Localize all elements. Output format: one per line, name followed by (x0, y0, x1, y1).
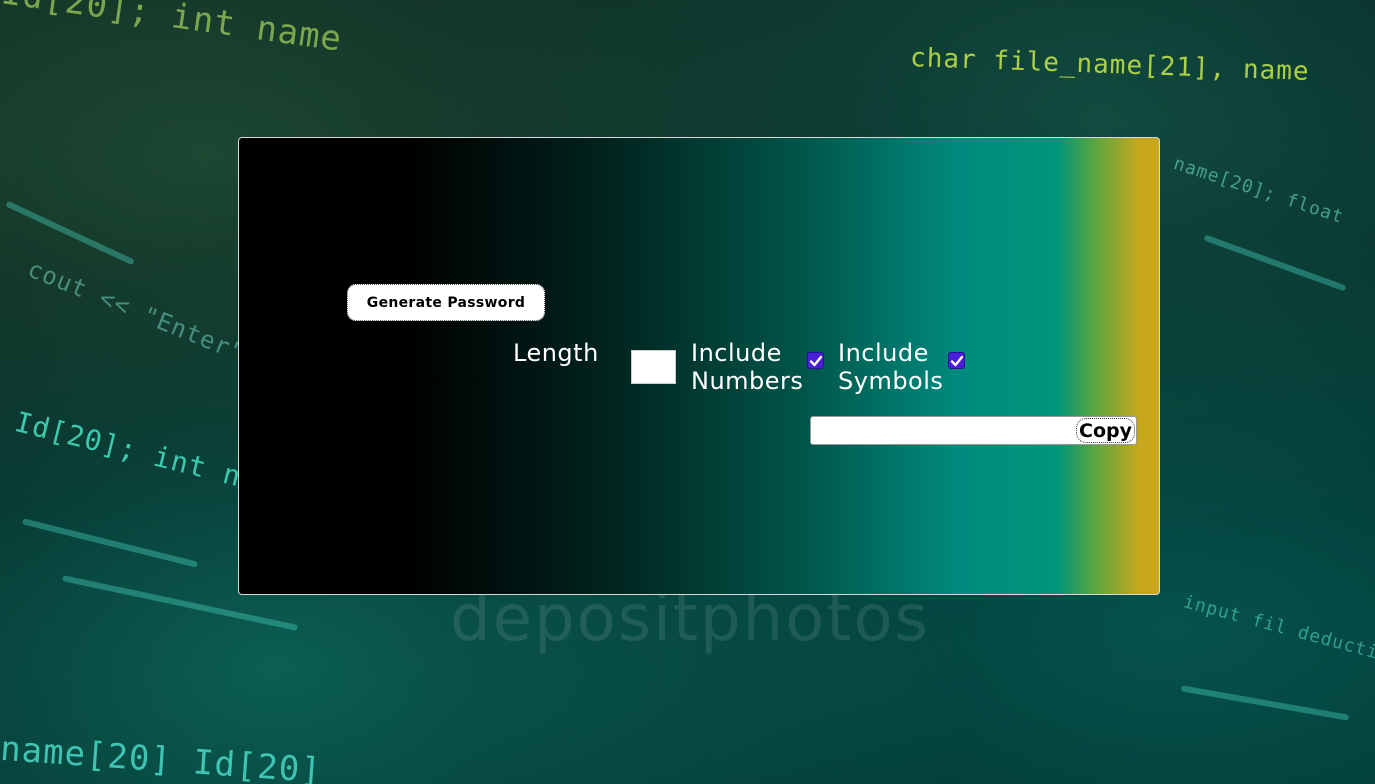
include-symbols-checkbox[interactable] (948, 352, 965, 369)
background-streak (21, 518, 199, 568)
background-streak (1180, 685, 1350, 721)
background-code-line: input fil deduction (1181, 591, 1375, 670)
background-streak (5, 200, 135, 266)
password-generator-panel: Generate Password Length Include Numbers… (238, 137, 1160, 595)
checkmark-icon (809, 355, 822, 366)
checkmark-icon (950, 355, 963, 366)
background-code-line: name[20]; float (1171, 153, 1347, 228)
include-numbers-checkbox[interactable] (807, 352, 824, 369)
include-symbols-label-text: Include Symbols (838, 339, 944, 395)
include-symbols-label: Include Symbols (838, 339, 958, 395)
length-label: Length (513, 339, 599, 367)
copy-button[interactable]: Copy (1076, 418, 1135, 443)
background-code-line: Id[20]; int name (0, 0, 345, 60)
background-code-line: name[20] Id[20] (0, 728, 324, 784)
length-input[interactable] (631, 350, 676, 384)
background-streak (1203, 234, 1347, 292)
generate-password-button[interactable]: Generate Password (347, 284, 545, 321)
background-code-line: char file_name[21], name (909, 43, 1311, 87)
password-output-group: Copy (810, 416, 1137, 445)
background-code-line: cout << "Enter"; (23, 254, 264, 374)
